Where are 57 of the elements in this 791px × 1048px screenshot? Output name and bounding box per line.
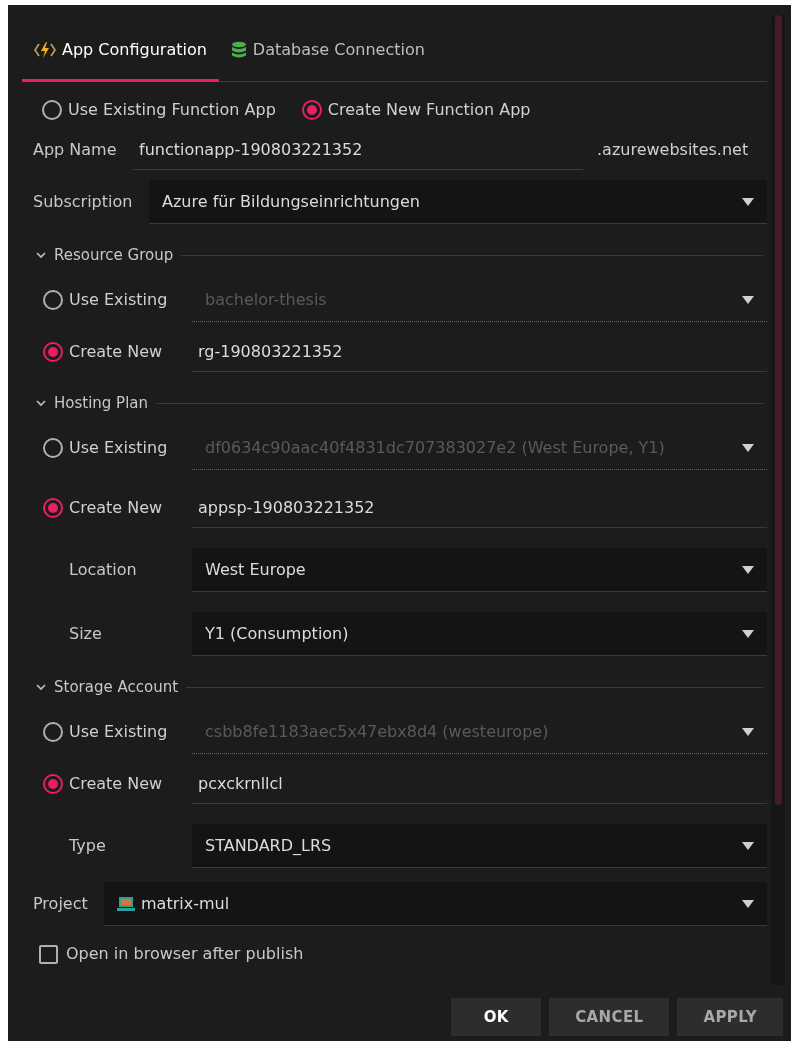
radio-button[interactable]: [43, 342, 63, 362]
select-dropdown[interactable]: STANDARD_LRS: [192, 824, 767, 868]
checkbox-label: Open in browser after publish: [66, 943, 304, 965]
radio-label: Create New: [69, 497, 163, 519]
radio-button[interactable]: [43, 498, 63, 518]
tab[interactable]: Database Connection: [218, 20, 437, 82]
domain-suffix: .azurewebsites.net: [597, 139, 749, 161]
dropdown-arrow-icon: [742, 197, 754, 206]
checkbox[interactable]: [39, 944, 58, 964]
radio-button[interactable]: [301, 100, 322, 120]
dialog-button[interactable]: CANCEL: [549, 998, 670, 1036]
dropdown-arrow-icon: [742, 899, 754, 908]
dropdown-arrow-icon: [742, 565, 754, 574]
field-label: App Name: [33, 139, 118, 161]
subscription-dropdown[interactable]: Azure für Bildungseinrichtungen: [149, 180, 767, 224]
section-title: Storage Account: [54, 676, 179, 698]
chevron-icon[interactable]: [36, 683, 46, 691]
select-dropdown[interactable]: Y1 (Consumption): [192, 612, 767, 656]
dropdown-arrow-icon: [742, 727, 754, 736]
chevron-icon[interactable]: [36, 251, 46, 259]
radio-label: Use Existing Function App: [68, 99, 276, 121]
radio-label: Use Existing: [69, 721, 168, 743]
radio-button[interactable]: [43, 438, 63, 458]
radio-label: Use Existing: [69, 289, 168, 311]
text-field[interactable]: rg-190803221352: [192, 332, 767, 372]
text-field[interactable]: pcxckrnllcl: [192, 764, 767, 804]
section-title: Hosting Plan: [54, 392, 149, 414]
radio-label: Create New: [69, 341, 163, 363]
dropdown-arrow-icon: [742, 295, 754, 304]
scrollbar-thumb[interactable]: [774, 15, 782, 805]
radio-button[interactable]: [43, 290, 63, 310]
radio-button[interactable]: [42, 100, 62, 120]
dropdown-arrow-icon: [742, 841, 754, 850]
field-label: Project: [33, 893, 89, 915]
dialog-button[interactable]: OK: [451, 998, 542, 1036]
dropdown-arrow-icon: [742, 443, 754, 452]
dialog-button[interactable]: APPLY: [677, 998, 783, 1036]
function-icon: [34, 40, 56, 59]
radio-label: Create New: [69, 773, 163, 795]
app-name-field[interactable]: functionapp-190803221352: [133, 130, 583, 170]
radio-button[interactable]: [43, 722, 63, 742]
text-field[interactable]: appsp-190803221352: [192, 488, 767, 528]
chevron-icon[interactable]: [36, 399, 46, 407]
field-label: Location: [68, 559, 138, 581]
database-icon: [230, 40, 247, 59]
field-label: Subscription: [33, 191, 134, 213]
tab[interactable]: App Configuration: [22, 20, 219, 82]
project-dropdown[interactable]: matrix-mul: [104, 882, 767, 926]
radio-button[interactable]: [43, 774, 63, 794]
field-label: Size: [68, 623, 103, 645]
section-title: Resource Group: [54, 244, 174, 266]
radio-label: Use Existing: [69, 437, 168, 459]
dropdown-arrow-icon: [742, 629, 754, 638]
radio-label: Create New Function App: [327, 99, 531, 121]
project-icon: [117, 895, 135, 912]
select-dropdown[interactable]: West Europe: [192, 548, 767, 592]
field-label: Type: [68, 835, 107, 857]
